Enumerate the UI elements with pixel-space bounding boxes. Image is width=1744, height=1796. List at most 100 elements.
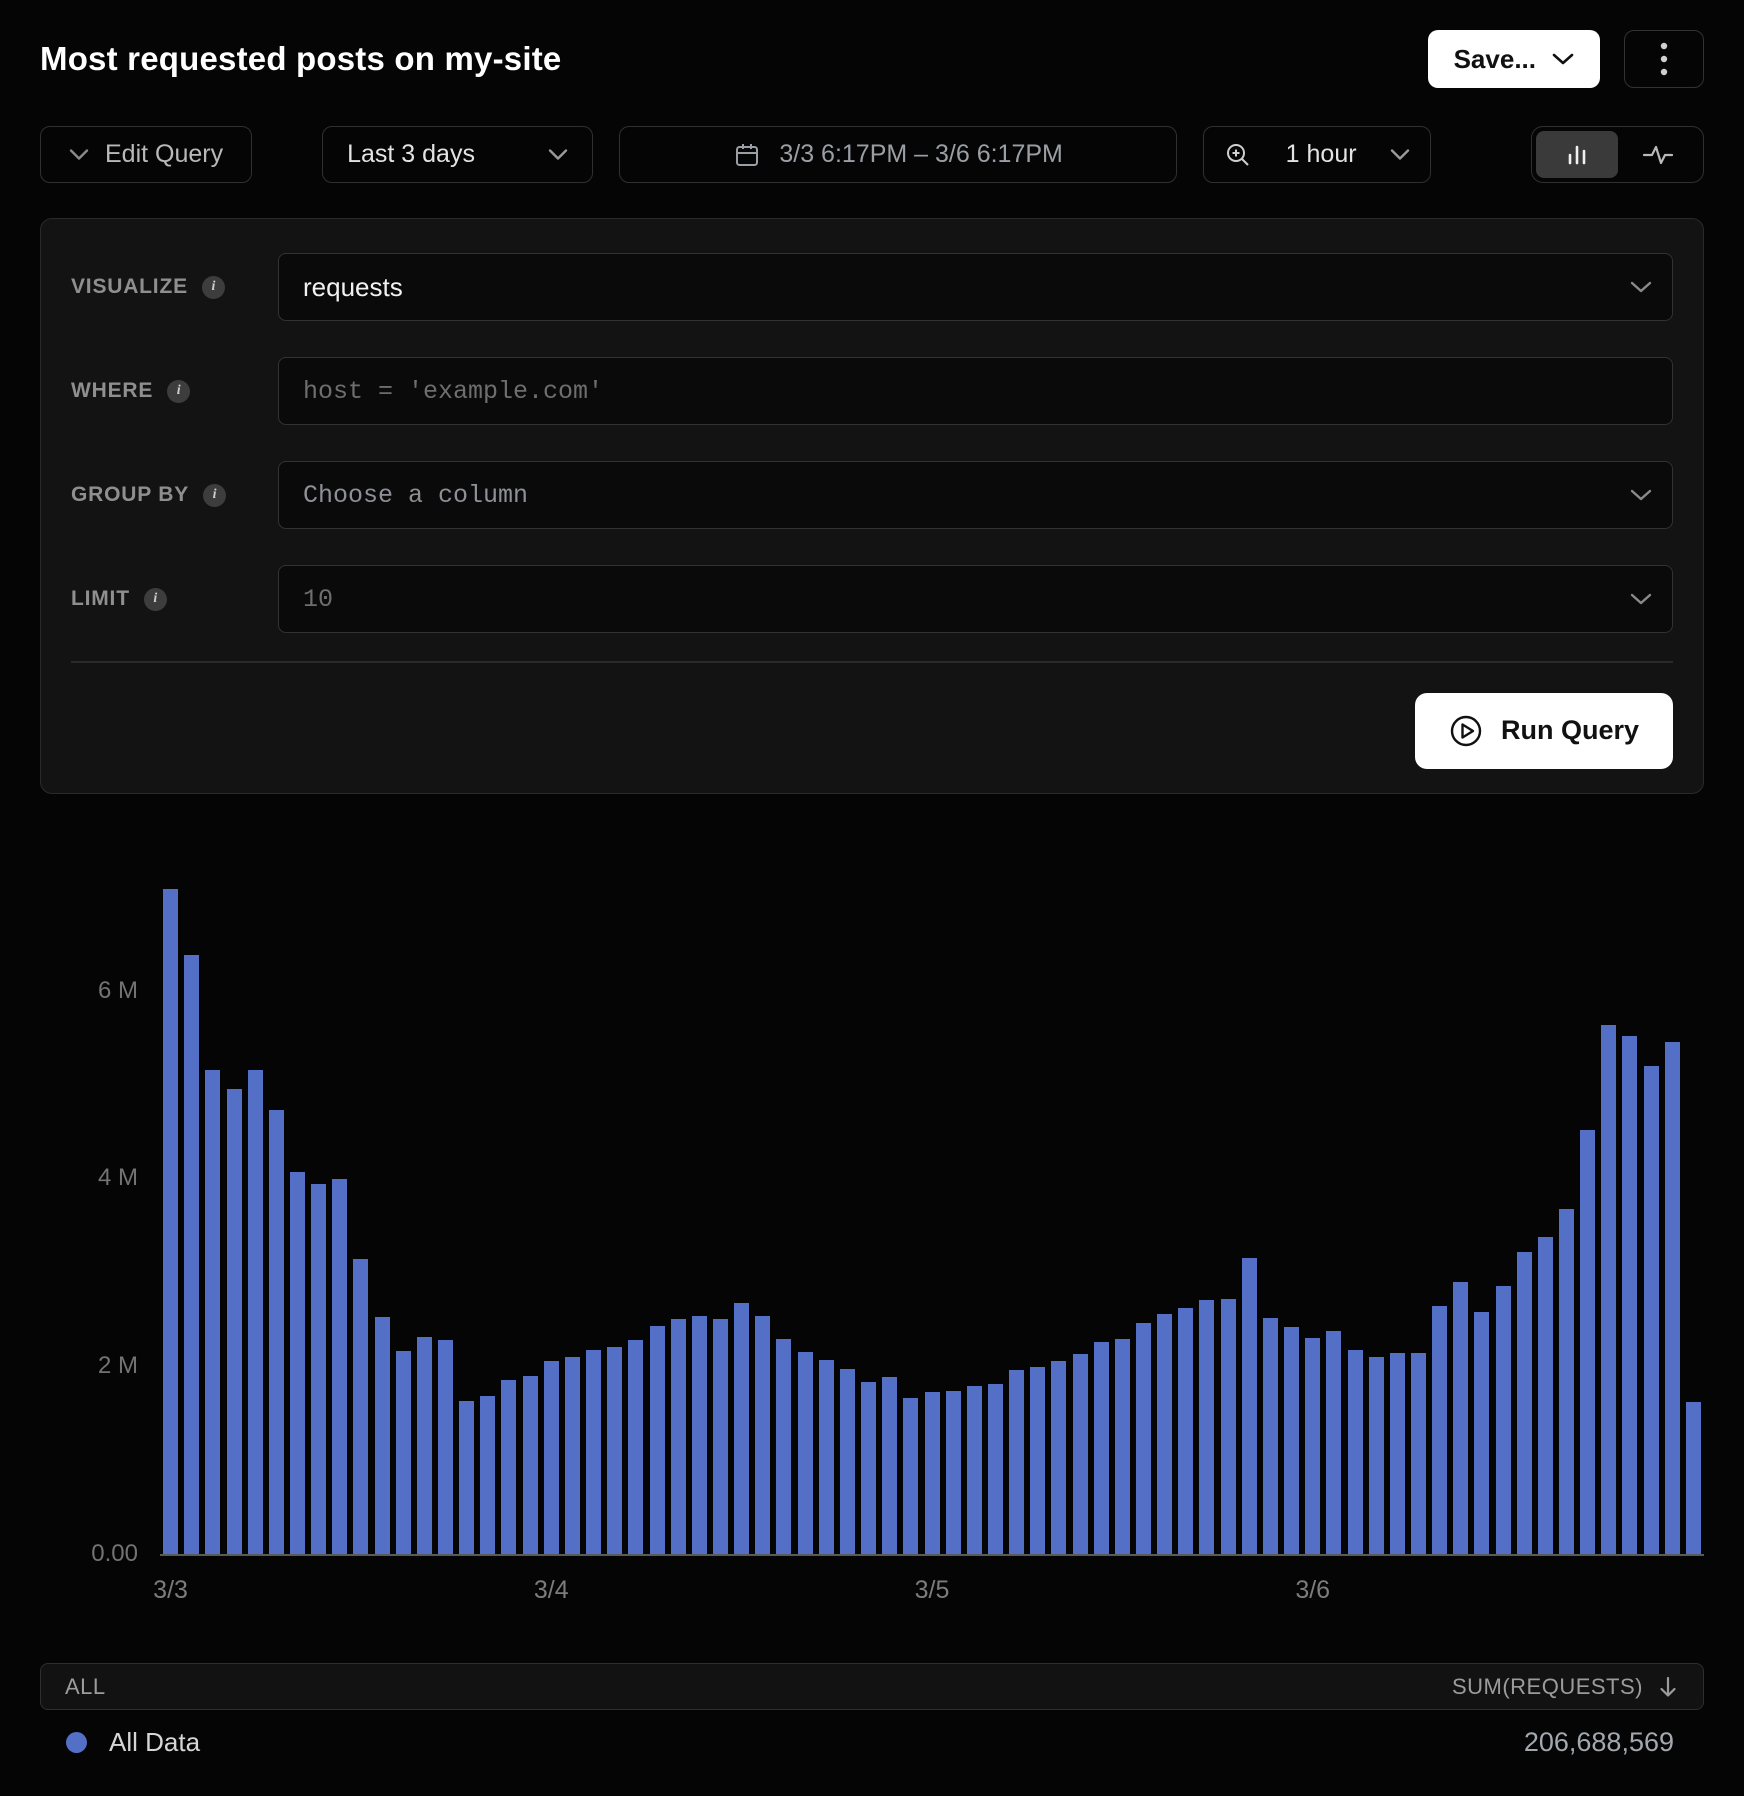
chart-bar[interactable] (269, 1110, 284, 1554)
sort-descending-icon (1657, 1675, 1679, 1699)
chart-bar[interactable] (1496, 1286, 1511, 1554)
info-icon[interactable]: i (167, 380, 190, 403)
chart-bar[interactable] (1030, 1367, 1045, 1554)
group-by-select[interactable]: Choose a column (278, 461, 1673, 529)
chart-bar[interactable] (501, 1380, 516, 1554)
chart-bar[interactable] (692, 1316, 707, 1554)
chart-bar[interactable] (565, 1357, 580, 1554)
chart-bar[interactable] (819, 1360, 834, 1554)
save-button[interactable]: Save... (1428, 30, 1600, 88)
time-range-select[interactable]: Last 3 days (322, 126, 593, 183)
chart-bar[interactable] (650, 1326, 665, 1554)
more-options-button[interactable] (1624, 30, 1704, 88)
date-range-picker[interactable]: 3/3 6:17PM – 3/6 6:17PM (619, 126, 1177, 183)
chart-bar[interactable] (1644, 1066, 1659, 1554)
save-button-label: Save... (1454, 44, 1536, 75)
chart-bar[interactable] (205, 1070, 220, 1554)
chart-bar[interactable] (882, 1377, 897, 1554)
chart-bar[interactable] (544, 1361, 559, 1554)
chart-bar[interactable] (1474, 1312, 1489, 1554)
line-chart-toggle-button[interactable] (1618, 131, 1700, 178)
results-table-row[interactable]: All Data 206,688,569 (40, 1714, 1704, 1770)
bar-chart-toggle-button[interactable] (1536, 131, 1618, 178)
chart-bar[interactable] (946, 1391, 961, 1554)
edit-query-toggle[interactable]: Edit Query (40, 126, 252, 183)
chart-bar[interactable] (1115, 1339, 1130, 1554)
chart-bar[interactable] (1432, 1306, 1447, 1554)
chart-bar[interactable] (1453, 1282, 1468, 1554)
chart-bar[interactable] (607, 1347, 622, 1554)
analytics-query-page: { "header": { "title": "Most requested p… (0, 0, 1744, 1796)
chart-bar[interactable] (1221, 1299, 1236, 1554)
chart-bar[interactable] (353, 1259, 368, 1554)
chart-bar[interactable] (184, 955, 199, 1554)
edit-query-label: Edit Query (105, 140, 223, 169)
chart-bar[interactable] (290, 1172, 305, 1554)
chart-bar[interactable] (248, 1070, 263, 1554)
chart-bar[interactable] (671, 1319, 686, 1554)
chart-bar[interactable] (1326, 1331, 1341, 1554)
chart-bar[interactable] (586, 1350, 601, 1554)
chart-bar[interactable] (1348, 1350, 1363, 1554)
chart-bar[interactable] (1601, 1025, 1616, 1554)
chart-bar[interactable] (1051, 1361, 1066, 1554)
chevron-down-icon (1630, 592, 1652, 606)
chart-bar[interactable] (1580, 1130, 1595, 1554)
limit-input[interactable] (303, 566, 1648, 632)
chart-bar[interactable] (1665, 1042, 1680, 1554)
chart-bar[interactable] (1369, 1357, 1384, 1554)
info-icon[interactable]: i (144, 588, 167, 611)
chart-bar[interactable] (438, 1340, 453, 1554)
chart-bar[interactable] (375, 1317, 390, 1554)
chart-bar[interactable] (713, 1319, 728, 1554)
chart-bar[interactable] (227, 1089, 242, 1554)
chart-bar[interactable] (523, 1376, 538, 1554)
chart-bar[interactable] (1242, 1258, 1257, 1554)
info-icon[interactable]: i (202, 276, 225, 299)
chart-bar[interactable] (903, 1398, 918, 1554)
granularity-select[interactable]: 1 hour (1203, 126, 1431, 183)
chart-bar[interactable] (1622, 1036, 1637, 1554)
chart-bar[interactable] (1263, 1318, 1278, 1554)
chart-bar[interactable] (755, 1316, 770, 1554)
chart-bar[interactable] (776, 1339, 791, 1554)
chart-bar[interactable] (1009, 1370, 1024, 1554)
chart-bar[interactable] (417, 1337, 432, 1554)
info-icon[interactable]: i (203, 484, 226, 507)
run-query-button[interactable]: Run Query (1415, 693, 1673, 769)
chart-bar[interactable] (1284, 1327, 1299, 1554)
chart-bar[interactable] (459, 1401, 474, 1554)
chart-bar[interactable] (1517, 1252, 1532, 1554)
chart-bar[interactable] (1073, 1354, 1088, 1554)
where-input[interactable] (303, 358, 1648, 424)
chart-bar[interactable] (1199, 1300, 1214, 1554)
sum-column-header[interactable]: SUM(REQUESTS) (1452, 1674, 1679, 1700)
chevron-down-icon (548, 148, 568, 161)
chart-bar[interactable] (1305, 1338, 1320, 1554)
chart-bar[interactable] (1411, 1353, 1426, 1554)
chart-bar[interactable] (861, 1382, 876, 1554)
chart-bar[interactable] (1559, 1209, 1574, 1554)
chart-bar[interactable] (967, 1386, 982, 1554)
chart-bar[interactable] (798, 1352, 813, 1554)
chart-bar[interactable] (1136, 1323, 1151, 1554)
chart-bar[interactable] (1686, 1402, 1701, 1554)
chart-bar[interactable] (988, 1384, 1003, 1554)
chart-bar[interactable] (925, 1392, 940, 1554)
chart-bar[interactable] (332, 1179, 347, 1554)
visualize-select[interactable]: requests (278, 253, 1673, 321)
chart-bar[interactable] (1390, 1353, 1405, 1554)
chart-bar[interactable] (1538, 1237, 1553, 1554)
chart-plot-area: 0.002 M4 M6 M3/33/43/53/6 (160, 880, 1704, 1556)
chart-bar[interactable] (480, 1396, 495, 1554)
chart-bar[interactable] (840, 1369, 855, 1554)
chart-bar[interactable] (734, 1303, 749, 1554)
chart-bar[interactable] (628, 1340, 643, 1554)
chart-bar[interactable] (311, 1184, 326, 1554)
chart-bar[interactable] (1094, 1342, 1109, 1554)
chart-bar[interactable] (396, 1351, 411, 1554)
chart-bar[interactable] (163, 889, 178, 1554)
chart-bar[interactable] (1157, 1314, 1172, 1554)
chart-bar[interactable] (1178, 1308, 1193, 1554)
page-title: Most requested posts on my-site (40, 40, 561, 78)
